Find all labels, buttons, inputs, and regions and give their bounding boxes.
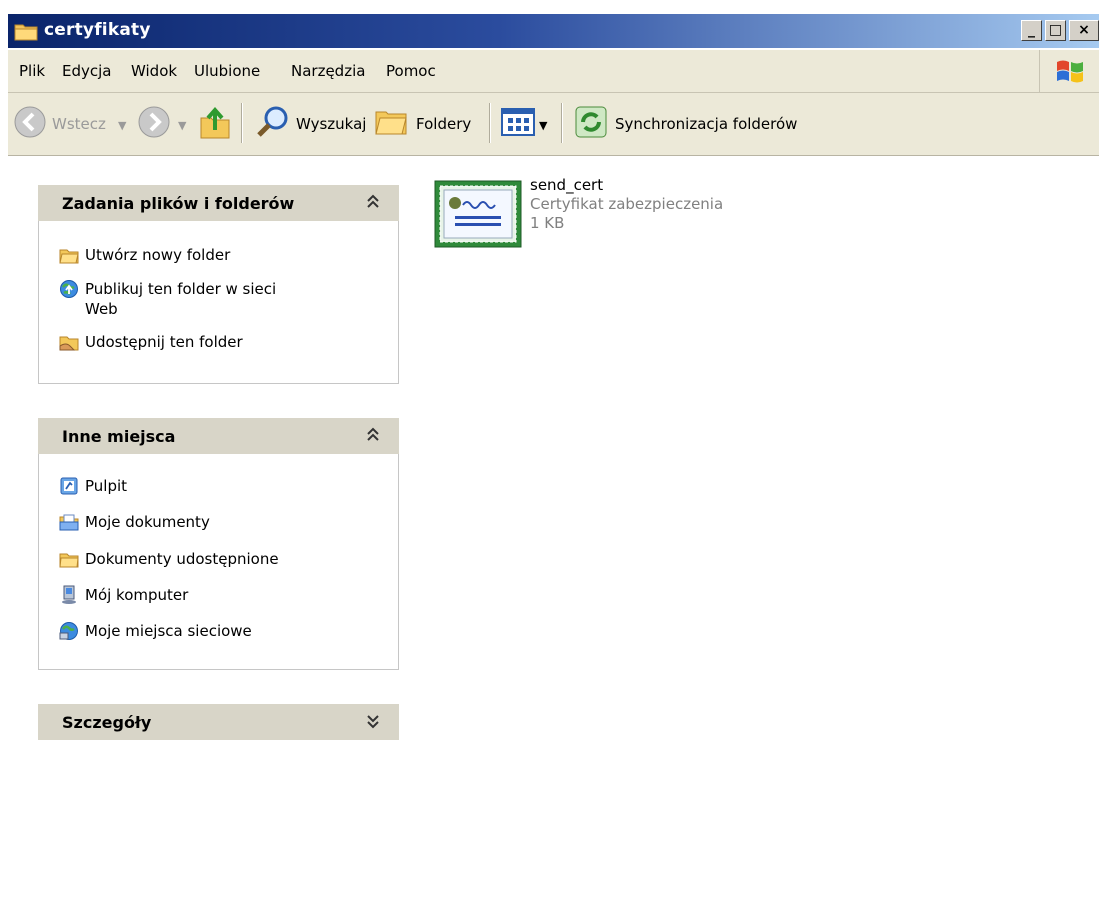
sync-icon[interactable] — [574, 105, 608, 139]
other-places-panel: Pulpit Moje dokumenty Dokumenty udostępn… — [38, 454, 399, 670]
back-button[interactable]: Wstecz — [52, 115, 106, 133]
file-name: send_cert — [530, 176, 604, 194]
views-icon[interactable] — [501, 108, 535, 136]
menu-view[interactable]: Widok — [131, 62, 177, 80]
file-tasks-title: Zadania plików i folderów — [62, 194, 295, 213]
shared-documents-icon — [59, 553, 79, 568]
menu-tools[interactable]: Narzędzia — [291, 62, 365, 80]
task-pane: Zadania plików i folderów Utwórz nowy fo… — [8, 156, 410, 901]
forward-dropdown-icon[interactable]: ▼ — [178, 119, 186, 132]
folder-up-icon[interactable] — [198, 104, 232, 140]
file-item[interactable]: send_cert Certyfikat zabezpieczenia 1 KB — [433, 176, 853, 252]
folders-button[interactable]: Foldery — [416, 115, 471, 133]
toolbar: Wstecz ▼ ▼ Wyszukaj Foldery ▼ Synchroniz… — [8, 93, 1099, 156]
share-folder-icon — [59, 336, 79, 351]
title-bar[interactable]: certyfikaty _ □ × — [8, 14, 1099, 48]
file-size: 1 KB — [530, 214, 565, 232]
file-type: Certyfikat zabezpieczenia — [530, 195, 724, 213]
views-dropdown-icon[interactable]: ▼ — [539, 119, 547, 132]
collapse-chevron-icon[interactable] — [365, 425, 381, 445]
new-folder-icon — [59, 249, 79, 264]
window-title: certyfikaty — [44, 20, 151, 40]
back-dropdown-icon[interactable]: ▼ — [118, 119, 126, 132]
certificate-icon — [434, 180, 522, 248]
menu-edit[interactable]: Edycja — [62, 62, 111, 80]
maximize-button[interactable]: □ — [1045, 20, 1066, 41]
file-tasks-header[interactable]: Zadania plików i folderów — [38, 185, 399, 221]
network-places-icon — [59, 622, 78, 640]
details-title: Szczegóły — [62, 713, 152, 732]
expand-chevron-icon[interactable] — [365, 711, 381, 731]
windows-flag-icon — [1057, 60, 1083, 83]
my-computer-icon — [62, 585, 76, 604]
collapse-chevron-icon[interactable] — [365, 192, 381, 212]
search-button[interactable]: Wyszukaj — [296, 115, 366, 133]
toolbar-separator — [241, 103, 243, 143]
menu-file[interactable]: Plik — [19, 62, 45, 80]
menu-bar: Plik Edycja Widok Ulubione Narzędzia Pom… — [8, 50, 1099, 93]
other-places-title: Inne miejsca — [62, 427, 176, 446]
publish-globe-icon — [60, 280, 78, 298]
forward-arrow-icon[interactable] — [137, 105, 171, 139]
desktop-icon — [60, 477, 78, 495]
other-places-header[interactable]: Inne miejsca — [38, 418, 399, 454]
toolbar-separator — [489, 103, 491, 143]
back-arrow-icon[interactable] — [13, 105, 47, 139]
file-tasks-panel: Utwórz nowy folder Publikuj ten folder w… — [38, 221, 399, 384]
my-documents-icon — [59, 514, 79, 531]
close-button[interactable]: × — [1069, 20, 1099, 41]
folder-icon — [14, 24, 38, 41]
minimize-button[interactable]: _ — [1021, 20, 1042, 41]
folders-icon[interactable] — [374, 106, 408, 138]
toolbar-separator — [561, 103, 563, 143]
details-header[interactable]: Szczegóły — [38, 704, 399, 740]
windows-logo — [1039, 50, 1099, 92]
menu-favorites[interactable]: Ulubione — [194, 62, 260, 80]
search-icon[interactable] — [255, 104, 291, 140]
sync-folders-button[interactable]: Synchronizacja folderów — [615, 115, 797, 133]
menu-help[interactable]: Pomoc — [386, 62, 436, 80]
